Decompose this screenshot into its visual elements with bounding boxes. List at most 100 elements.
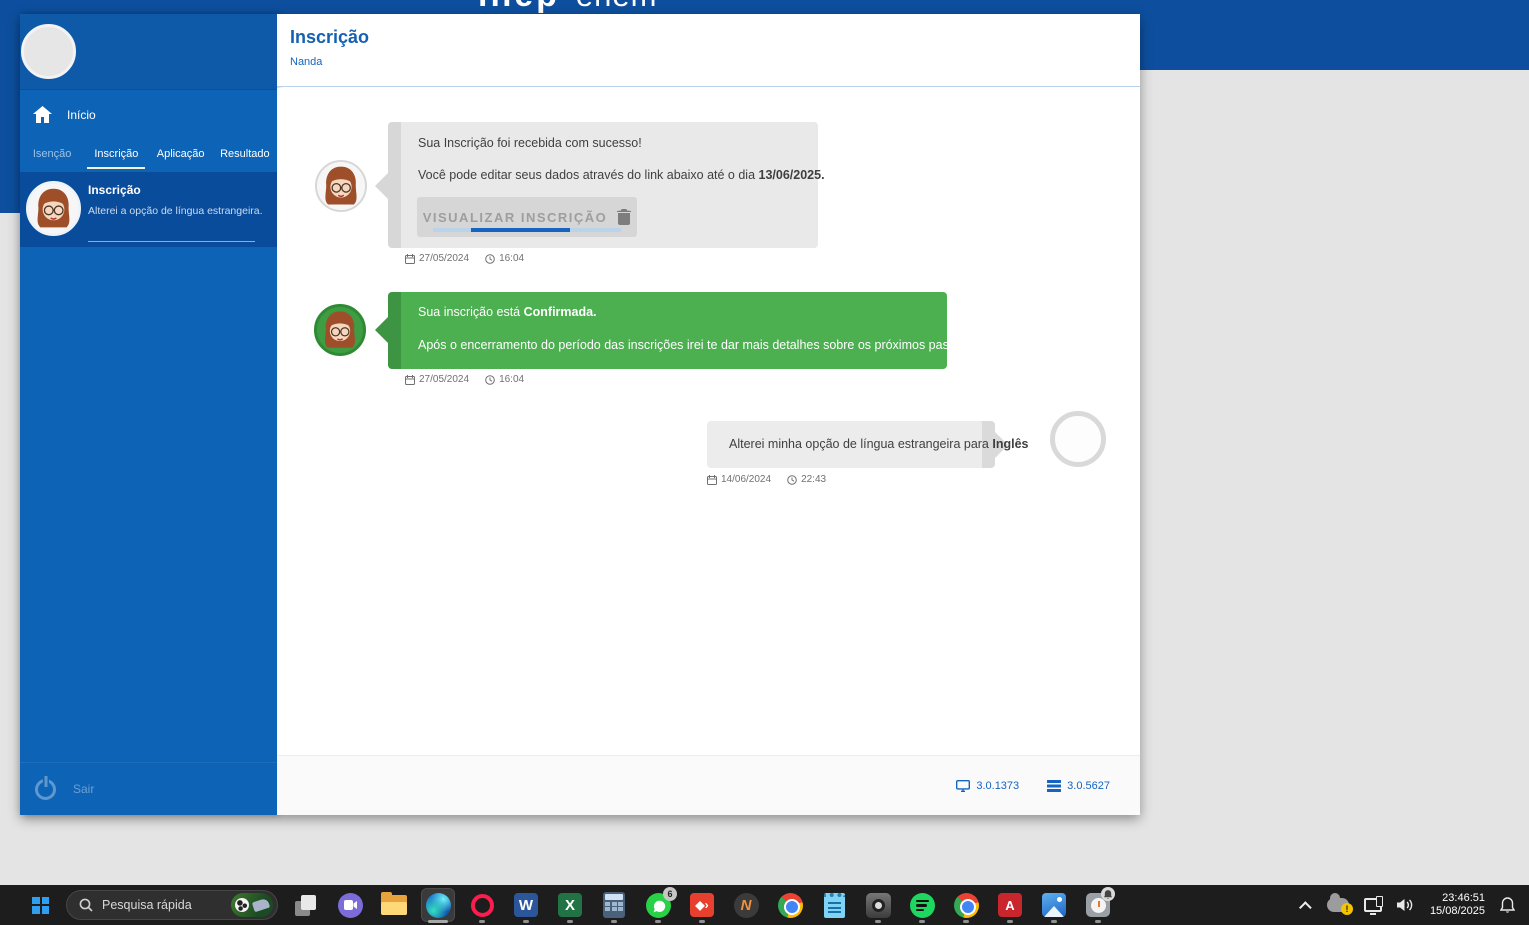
page-title: Inscrição (290, 27, 369, 48)
spotify-icon (910, 893, 935, 918)
sidebar-tabs: Isenção Inscrição Aplicação Resultado (20, 139, 277, 172)
sidebar: Início Isenção Inscrição Aplicação Resul… (20, 14, 277, 815)
logout-button[interactable]: Sair (20, 762, 277, 815)
assistant-avatar-illustration (317, 307, 363, 353)
search-placeholder: Pesquisa rápida (102, 898, 222, 912)
progress-fill (471, 228, 571, 232)
inep-logo-text: inep (478, 0, 560, 14)
notepad-icon (824, 893, 845, 918)
assistant-avatar-illustration (317, 162, 365, 210)
excel-button[interactable]: X (548, 885, 592, 925)
message-text: Sua Inscrição foi recebida com sucesso! (418, 136, 642, 150)
video-chat-app-button[interactable] (328, 885, 372, 925)
chat-main-panel: Inscrição Nanda (277, 14, 1140, 815)
volume-icon[interactable] (1397, 898, 1415, 912)
word-icon: W (514, 893, 538, 917)
chat-header: Inscrição Nanda (277, 14, 1140, 87)
task-view-icon (295, 894, 317, 916)
tab-isencao[interactable]: Isenção (20, 139, 84, 172)
user-name: Nanda (290, 56, 322, 68)
bubble-tail (361, 316, 389, 344)
enem-logo-text: enem (576, 0, 658, 13)
message-bubble-confirmed: Sua inscrição está Confirmada. Após o en… (388, 292, 947, 369)
progress-bar (433, 228, 621, 232)
task-view-button[interactable] (284, 885, 328, 925)
bell-badge-icon (1101, 887, 1115, 901)
power-icon (35, 779, 56, 800)
clock-icon (787, 475, 797, 485)
whatsapp-button[interactable]: 6 (636, 885, 680, 925)
message-text: Após o encerramento do período das inscr… (418, 338, 972, 352)
chat-footer: 3.0.1373 3.0.5627 (277, 755, 1140, 815)
edge-browser-button[interactable] (416, 885, 460, 925)
taskbar-search[interactable]: Pesquisa rápida (66, 890, 278, 920)
chrome-icon (778, 893, 803, 918)
clock-icon (485, 254, 495, 264)
whatsapp-unread-badge: 6 (663, 887, 677, 901)
n-utility-button[interactable]: N (724, 885, 768, 925)
user-avatar[interactable] (21, 24, 76, 79)
chrome-profile2-button[interactable] (944, 885, 988, 925)
trash-icon (617, 209, 631, 225)
bubble-tail (361, 172, 389, 200)
sidebar-item-home[interactable]: Início (20, 90, 277, 139)
onedrive-warning-icon[interactable]: ! (1327, 898, 1349, 912)
version-info: 3.0.1373 3.0.5627 (956, 780, 1110, 792)
search-highlight-image[interactable] (231, 893, 273, 917)
file-explorer-button[interactable] (372, 885, 416, 925)
message-timestamp: 27/05/2024 16:04 (405, 374, 524, 385)
notifications-bell-icon[interactable] (1500, 897, 1515, 913)
user-avatar-placeholder (1050, 411, 1106, 467)
tray-date: 15/08/2025 (1430, 905, 1485, 918)
notepad-button[interactable] (812, 885, 856, 925)
chat-app-window: Início Isenção Inscrição Aplicação Resul… (20, 14, 1140, 815)
spotify-button[interactable] (900, 885, 944, 925)
view-registration-button[interactable]: VISUALIZAR INSCRIÇÃO (417, 197, 637, 237)
page-left-strip (0, 0, 20, 213)
logout-label: Sair (73, 782, 94, 796)
calculator-icon (603, 892, 625, 918)
tab-aplicacao[interactable]: Aplicação (149, 139, 213, 172)
opera-gx-button[interactable] (460, 885, 504, 925)
acrobat-reader-icon: A (998, 893, 1022, 917)
opera-gx-icon (471, 894, 494, 917)
conversation-list-item[interactable]: Inscrição Alterei a opção de língua estr… (20, 172, 277, 247)
conversation-title: Inscrição (88, 183, 141, 197)
message-bubble-received: Sua Inscrição foi recebida com sucesso! … (388, 122, 818, 248)
message-text: Você pode editar seus dados através do l… (418, 168, 825, 182)
tray-time: 23:46:51 (1430, 892, 1485, 905)
word-button[interactable]: W (504, 885, 548, 925)
acrobat-reader-button[interactable]: A (988, 885, 1032, 925)
tray-clock[interactable]: 23:46:51 15/08/2025 (1430, 892, 1485, 918)
home-icon (33, 106, 52, 123)
calculator-button[interactable] (592, 885, 636, 925)
calendar-icon (405, 375, 415, 385)
red-launcher-button[interactable]: ◆› (680, 885, 724, 925)
message-timestamp: 14/06/2024 22:43 (707, 474, 826, 485)
excel-icon: X (558, 893, 582, 917)
red-launcher-icon: ◆› (690, 893, 714, 917)
monitor-icon (956, 780, 970, 792)
server-version: 3.0.5627 (1047, 780, 1110, 792)
sidebar-avatar-block (20, 14, 277, 90)
alarm-clock-button[interactable] (1076, 885, 1120, 925)
assistant-avatar (26, 181, 81, 236)
conversation-divider (88, 241, 255, 242)
assistant-avatar-illustration (29, 184, 78, 233)
photos-button[interactable] (1032, 885, 1076, 925)
search-icon (79, 898, 93, 912)
chrome-button[interactable] (768, 885, 812, 925)
n-utility-icon: N (734, 893, 759, 918)
tray-expand-icon[interactable] (1299, 901, 1312, 914)
conversation-preview: Alterei a opção de língua estrangeira. (88, 205, 263, 217)
desktop-screen: inep enem Início Isenção Inscrição Aplica… (0, 0, 1529, 925)
edge-icon (426, 893, 451, 918)
video-chat-icon (338, 893, 363, 918)
phone-link-icon[interactable] (1364, 898, 1382, 912)
camera-viewer-button[interactable] (856, 885, 900, 925)
tab-resultado[interactable]: Resultado (213, 139, 277, 172)
start-button[interactable] (32, 897, 49, 914)
tab-inscricao[interactable]: Inscrição (84, 139, 148, 172)
soccer-ball-icon (235, 898, 249, 912)
system-tray: ! 23:46:51 15/08/2025 (1303, 892, 1529, 918)
